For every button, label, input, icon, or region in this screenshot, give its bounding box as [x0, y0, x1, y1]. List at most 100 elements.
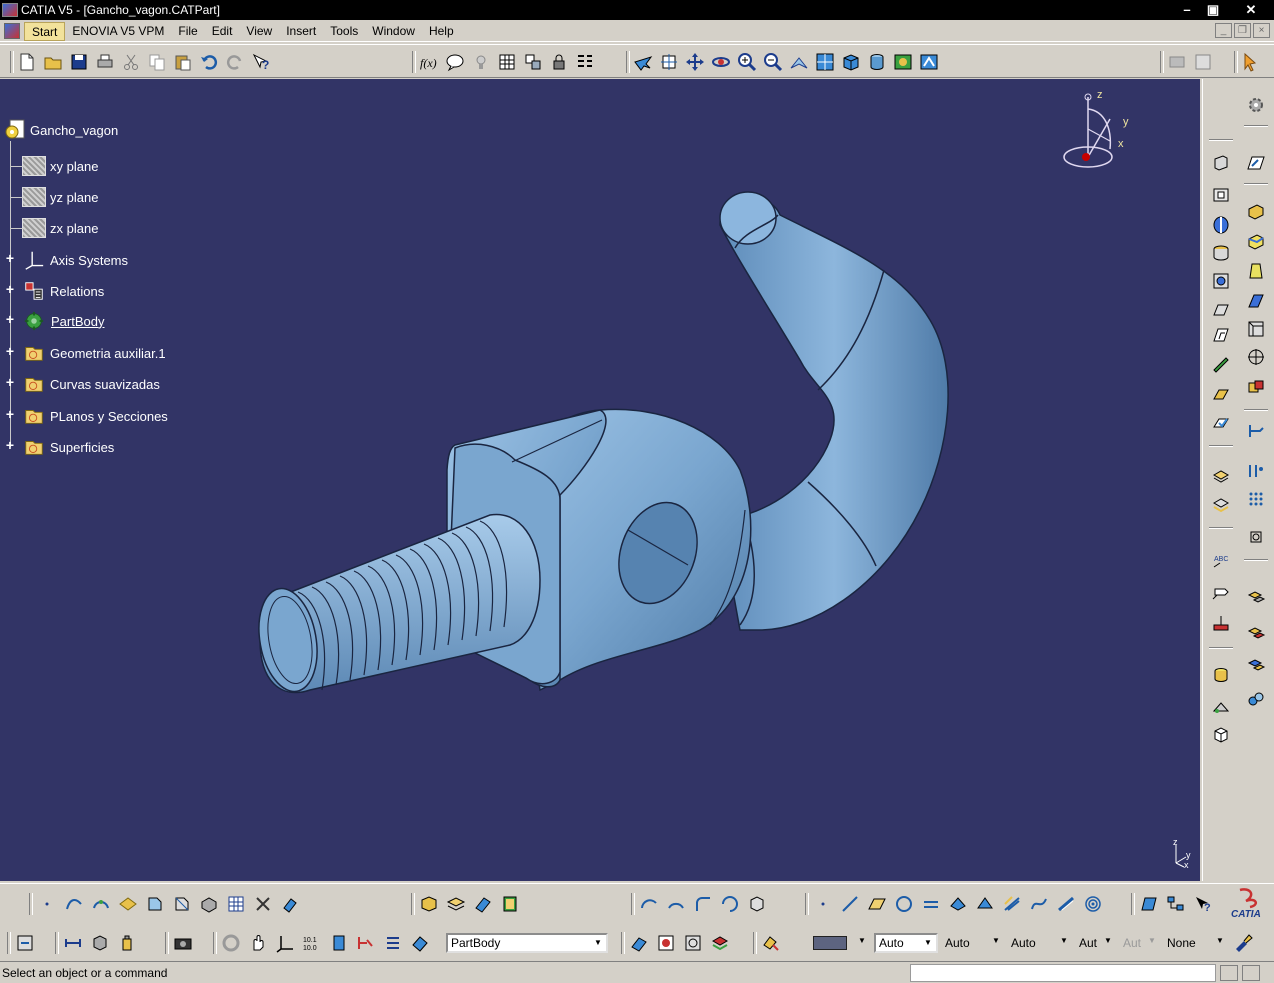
menu-file[interactable]: File — [171, 22, 204, 41]
doc-minimize-button[interactable]: _ — [1215, 23, 1232, 38]
curve-icon[interactable] — [1028, 893, 1050, 915]
point-icon[interactable] — [36, 893, 58, 915]
analysis-icon[interactable] — [1138, 893, 1160, 915]
offset-surface-icon[interactable] — [445, 893, 467, 915]
status-button-1[interactable] — [1220, 965, 1238, 981]
define-work-object-icon[interactable] — [409, 932, 431, 954]
line-thickness-select[interactable]: Auto ▼ — [942, 933, 1004, 953]
combine-icon[interactable] — [947, 893, 969, 915]
surface-icon[interactable] — [117, 893, 139, 915]
update-icon[interactable] — [220, 932, 242, 954]
multi-view-icon[interactable] — [814, 51, 836, 73]
lock-icon[interactable] — [548, 51, 570, 73]
paste-icon[interactable] — [172, 51, 194, 73]
shading-icon[interactable] — [866, 51, 888, 73]
mass-icon[interactable] — [116, 932, 138, 954]
reflect-line-icon[interactable] — [974, 893, 996, 915]
whats-this-icon[interactable]: ? — [250, 51, 272, 73]
coordinates-icon[interactable]: 10.1 10.0 — [301, 932, 323, 954]
tree-item-relations[interactable]: + Relations — [0, 278, 104, 304]
transparency-select[interactable]: Auto ▼ — [874, 933, 938, 953]
pocket-icon[interactable] — [1209, 183, 1233, 207]
tree-root-gancho-vagon[interactable]: Gancho_vagon — [4, 119, 118, 141]
boundary-icon[interactable] — [171, 893, 193, 915]
menu-window[interactable]: Window — [365, 22, 422, 41]
help-cursor-icon[interactable]: ? — [1192, 893, 1214, 915]
spline-icon[interactable] — [63, 893, 85, 915]
solid-combine-icon[interactable] — [1209, 411, 1233, 435]
doc-restore-button[interactable]: ❐ — [1234, 23, 1251, 38]
tree-item-zx-plane[interactable]: zx plane — [0, 215, 98, 241]
layer-select[interactable]: None ▼ — [1164, 933, 1228, 953]
new-icon[interactable] — [16, 51, 38, 73]
sheet-icon[interactable] — [522, 51, 544, 73]
apply-dress-icon[interactable] — [628, 932, 650, 954]
body-tools-icon[interactable] — [198, 893, 220, 915]
expand-icon[interactable]: + — [4, 438, 16, 452]
photo-studio-icon[interactable] — [709, 932, 731, 954]
stiffener-icon[interactable] — [1209, 381, 1233, 405]
thick-surface-icon[interactable] — [1209, 463, 1233, 487]
extract-icon[interactable] — [144, 893, 166, 915]
add-body-icon[interactable] — [1244, 621, 1268, 645]
connect-curve-icon[interactable] — [665, 893, 687, 915]
close-button[interactable]: ✕ — [1240, 1, 1262, 18]
fill-color-select[interactable]: ▼ — [810, 933, 870, 953]
axis-system-icon[interactable] — [274, 932, 296, 954]
close-surface-icon[interactable] — [1209, 493, 1233, 517]
zoom-out-icon[interactable] — [762, 51, 784, 73]
expand-icon[interactable]: + — [4, 375, 16, 389]
circle-icon[interactable] — [893, 893, 915, 915]
comment-icon[interactable] — [444, 51, 466, 73]
shell-icon[interactable] — [1244, 289, 1268, 313]
fly-mode-icon[interactable] — [632, 51, 654, 73]
measure-between-icon[interactable] — [62, 932, 84, 954]
redo-icon[interactable] — [224, 51, 246, 73]
doc-close-button[interactable]: × — [1253, 23, 1270, 38]
union-trim-icon[interactable] — [1244, 687, 1268, 711]
sweep-icon[interactable] — [472, 893, 494, 915]
thickness-icon[interactable] — [1244, 317, 1268, 341]
plane-tool-icon[interactable] — [866, 893, 888, 915]
grid-pattern-icon[interactable] — [1244, 487, 1268, 511]
chamfer-icon[interactable] — [1244, 229, 1268, 253]
fill-icon[interactable] — [1001, 893, 1023, 915]
workbench-icon[interactable] — [14, 932, 36, 954]
intersect-icon[interactable] — [1244, 653, 1268, 677]
text-with-leader-icon[interactable]: ABC — [1209, 549, 1233, 573]
multi-section-solid-icon[interactable] — [1209, 351, 1233, 375]
scene-icon[interactable] — [655, 932, 677, 954]
sketcher-icon[interactable] — [1244, 151, 1268, 175]
restore-button[interactable]: ▣ — [1202, 1, 1224, 18]
swap-visible-space-icon[interactable] — [918, 51, 940, 73]
hand-icon[interactable] — [247, 932, 269, 954]
helix-icon[interactable] — [90, 893, 112, 915]
corner-icon[interactable] — [692, 893, 714, 915]
menu-help[interactable]: Help — [422, 22, 461, 41]
3d-box-icon[interactable] — [746, 893, 768, 915]
menu-view[interactable]: View — [239, 22, 279, 41]
rotate-icon[interactable] — [710, 51, 732, 73]
iso-view-icon[interactable] — [840, 51, 862, 73]
part-design-icon[interactable] — [418, 893, 440, 915]
hole-icon[interactable] — [1209, 241, 1233, 265]
tree-item-superficies[interactable]: + Superficies — [0, 434, 114, 460]
apply-material-icon[interactable] — [1209, 663, 1233, 687]
expand-icon[interactable]: + — [4, 407, 16, 421]
select-arrow-icon[interactable] — [1240, 51, 1262, 73]
point-small-icon[interactable] — [812, 893, 834, 915]
tree-item-partbody[interactable]: + PartBody — [0, 308, 105, 334]
minimize-button[interactable]: – — [1176, 1, 1198, 18]
zoom-in-icon[interactable] — [736, 51, 758, 73]
camera-icon[interactable] — [172, 932, 194, 954]
expand-icon[interactable]: + — [4, 312, 16, 326]
settings-gear-icon[interactable] — [1244, 93, 1268, 117]
menu-insert[interactable]: Insert — [279, 22, 323, 41]
current-body-select[interactable]: PartBody ▼ — [446, 933, 608, 953]
catalog-icon[interactable] — [1166, 51, 1188, 73]
document-icon[interactable] — [4, 23, 20, 39]
fit-all-icon[interactable] — [658, 51, 680, 73]
painter-icon[interactable] — [760, 932, 782, 954]
properties-icon[interactable] — [1192, 51, 1214, 73]
status-button-2[interactable] — [1242, 965, 1260, 981]
